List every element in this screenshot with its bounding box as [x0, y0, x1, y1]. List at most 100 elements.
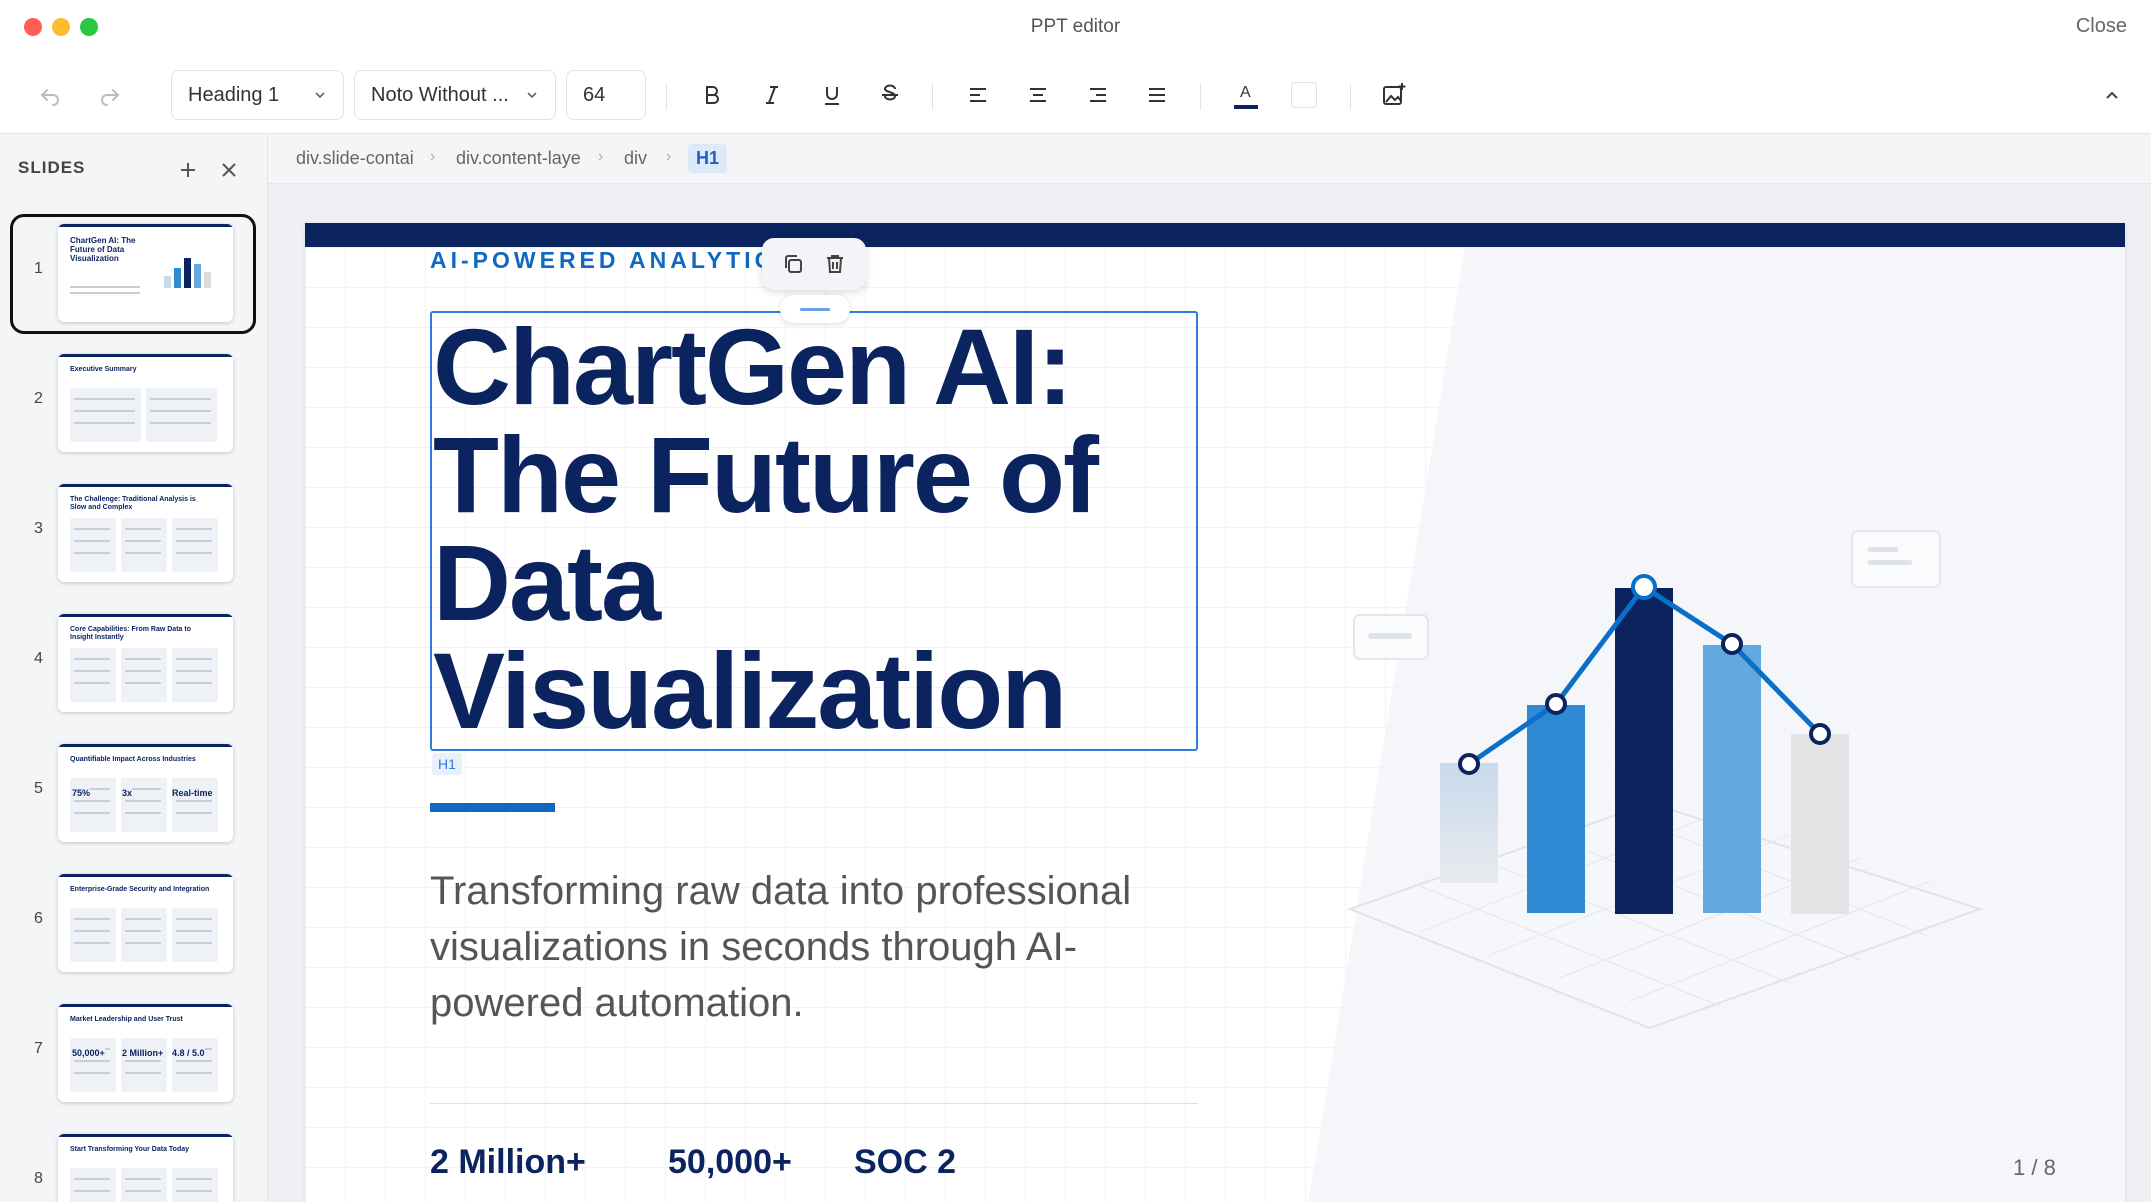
align-right-button[interactable]: [1078, 70, 1118, 120]
font-size-value: 64: [583, 83, 606, 106]
chart-bar: [1791, 734, 1849, 914]
breadcrumb-current[interactable]: H1: [688, 144, 728, 173]
breadcrumb: div.slide-contai › div.content-laye › di…: [268, 134, 2151, 184]
text-color-icon: A: [1234, 84, 1258, 109]
align-left-icon: [970, 88, 986, 102]
slide-thumbnail-preview: Core Capabilities: From Raw Data to Insi…: [58, 614, 233, 712]
thumbnail-chart-icon: [164, 258, 211, 288]
slide-thumbnail-title: ChartGen AI: The Future of Data Visualiz…: [70, 236, 136, 263]
slide-thumbnail-7[interactable]: 7 Market Leadership and User Trust 50,000+…: [0, 994, 268, 1114]
breadcrumb-item[interactable]: div: [624, 148, 647, 169]
slide-thumbnail-6[interactable]: 6 Enterprise-Grade Security and Integrati…: [0, 864, 268, 984]
align-left-button[interactable]: [958, 70, 998, 120]
undo-button[interactable]: [30, 70, 70, 120]
slide-thumbnail-number: 1: [34, 260, 43, 277]
thumbnail-stat: 50,000+: [72, 1048, 105, 1058]
justify-button[interactable]: [1137, 70, 1177, 120]
slide-thumbnail-title: Executive Summary: [70, 366, 137, 373]
close-button[interactable]: Close: [2076, 15, 2127, 38]
slide-thumbnail-number: 4: [34, 650, 43, 667]
font-size-input[interactable]: 64: [566, 70, 646, 120]
undo-icon: [40, 89, 59, 106]
decorative-bar-chart: [1440, 574, 1849, 914]
strikethrough-button[interactable]: [870, 70, 910, 120]
underline-button[interactable]: [812, 70, 852, 120]
chart-point: [1809, 723, 1831, 745]
window-title: PPT editor: [1030, 16, 1121, 37]
text-color-button[interactable]: A: [1226, 70, 1266, 120]
slide-thumbnail-number: 6: [34, 910, 43, 927]
chart-bar: [1527, 705, 1585, 913]
slide-thumbnail-title: Quantifiable Impact Across Industries: [70, 756, 196, 763]
slide-thumbnail-preview: Start Transforming Your Data Today: [58, 1134, 233, 1202]
chevron-down-icon: [527, 92, 537, 99]
align-center-icon: [1030, 88, 1046, 102]
highlight-color-icon: [1291, 82, 1317, 108]
strikethrough-icon: [882, 84, 898, 101]
format-toolbar: Heading 1 Noto Without ... 64 A: [0, 54, 2151, 134]
slide-thumbnail-number: 3: [34, 520, 43, 537]
underline-icon: [825, 87, 839, 105]
text-style-select[interactable]: Heading 1: [171, 70, 344, 120]
slide-thumbnail-8[interactable]: 8 Start Transforming Your Data Today: [0, 1124, 268, 1202]
chart-bar: [1440, 763, 1498, 883]
slide-thumbnail-number: 8: [34, 1170, 43, 1187]
breadcrumb-item[interactable]: div.content-laye: [456, 148, 581, 169]
chevron-down-icon: [315, 92, 325, 99]
breadcrumb-item[interactable]: div.slide-contai: [296, 148, 414, 169]
italic-button[interactable]: [752, 70, 792, 120]
slide-page-number: 1 / 8: [2013, 1155, 2056, 1180]
italic-icon: [766, 86, 778, 104]
slide-thumbnail-title: Market Leadership and User Trust: [70, 1016, 183, 1023]
slide-thumbnail-title: Enterprise-Grade Security and Integratio…: [70, 886, 210, 893]
font-family-value: Noto Without ...: [371, 83, 509, 106]
bold-button[interactable]: [692, 70, 732, 120]
slide-thumbnail-title: The Challenge: Traditional Analysis is S…: [70, 496, 196, 511]
chart-point: [1458, 753, 1480, 775]
app-window: PPT editor Close Heading 1 Noto Without …: [0, 0, 2151, 1202]
slide-thumbnail-2[interactable]: 2 Executive Summary: [0, 344, 268, 464]
thumbnail-stat: 2 Million+: [122, 1048, 164, 1058]
slide-thumbnail-title: Core Capabilities: From Raw Data to Insi…: [70, 626, 191, 641]
slide-thumbnail-1[interactable]: 1 ChartGen AI: The Future of Data Visuali…: [0, 214, 268, 334]
text-style-value: Heading 1: [188, 83, 280, 106]
slide-thumbnail-preview: Enterprise-Grade Security and Integratio…: [58, 874, 233, 972]
font-family-select[interactable]: Noto Without ...: [354, 70, 556, 120]
highlight-color-button[interactable]: [1290, 70, 1318, 120]
insert-image-button[interactable]: [1374, 70, 1414, 120]
slide-thumbnail-preview: Market Leadership and User Trust 50,000+ 2…: [58, 1004, 233, 1102]
redo-button[interactable]: [90, 70, 130, 120]
align-center-button[interactable]: [1018, 70, 1058, 120]
slide-thumbnail-number: 7: [34, 1040, 43, 1057]
slide-thumbnail-preview: Quantifiable Impact Across Industries 75%…: [58, 744, 233, 842]
slide-1[interactable]: AI-POWERED ANALYTICS ChartGen AI: The Fu…: [305, 223, 2125, 1202]
title-bar: PPT editor Close: [0, 0, 2151, 54]
insert-image-icon: [1383, 83, 1406, 105]
add-icon[interactable]: [178, 160, 198, 180]
thumbnail-stat: 4.8 / 5.0: [172, 1048, 205, 1058]
collapse-toolbar-button[interactable]: [2092, 70, 2132, 120]
thumbnail-stat: Real-time: [172, 788, 213, 798]
thumbnail-stat: 3x: [122, 788, 133, 798]
slide-thumbnail-3[interactable]: 3 The Challenge: Traditional Analysis is …: [0, 474, 268, 594]
svg-text:A: A: [1240, 84, 1251, 101]
chart-point: [1545, 693, 1567, 715]
chart-point: [1721, 633, 1743, 655]
chart-bar: [1703, 645, 1761, 913]
thumbnail-stat: 75%: [72, 788, 91, 798]
justify-icon: [1149, 88, 1165, 102]
slide-thumbnail-title: Start Transforming Your Data Today: [70, 1146, 190, 1153]
bold-icon: [706, 86, 719, 104]
slide-thumbnail-number: 2: [34, 390, 43, 407]
close-icon[interactable]: [220, 161, 238, 179]
slide-thumbnail-number: 5: [34, 780, 43, 797]
slide-thumbnail-4[interactable]: 4 Core Capabilities: From Raw Data to Ins…: [0, 604, 268, 724]
chart-bar: [1615, 588, 1673, 914]
redo-icon: [101, 89, 120, 106]
slide-thumbnail-preview: Executive Summary: [58, 354, 233, 452]
slide-thumbnail-preview: ChartGen AI: The Future of Data Visualiz…: [58, 224, 233, 322]
slide-thumbnail-5[interactable]: 5 Quantifiable Impact Across Industries 75…: [0, 734, 268, 854]
chart-point: [1631, 574, 1657, 600]
slides-header: SLIDES: [18, 158, 86, 177]
slide-thumbnail-preview: The Challenge: Traditional Analysis is S…: [58, 484, 233, 582]
